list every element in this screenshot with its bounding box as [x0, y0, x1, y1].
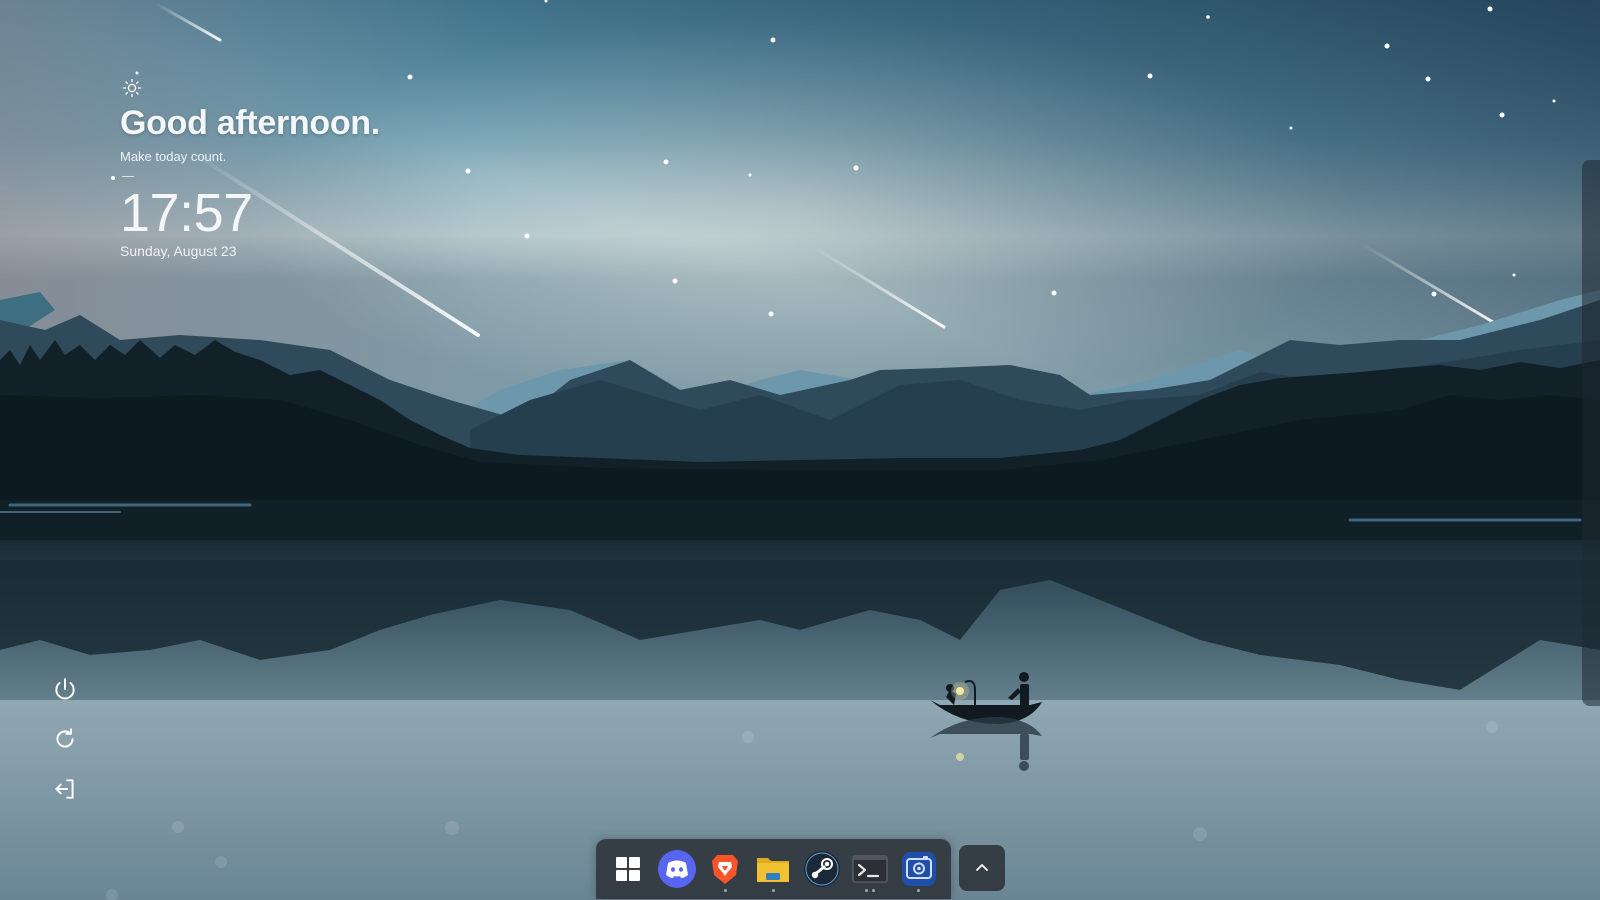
file-explorer-app[interactable]: [752, 846, 794, 892]
system-tray-toggle[interactable]: [959, 845, 1005, 891]
start-button[interactable]: [607, 846, 649, 892]
power-icon: [55, 678, 75, 700]
power-controls: [48, 674, 82, 804]
side-panel-handle[interactable]: [1582, 160, 1600, 706]
camera-settings-icon: [901, 852, 936, 886]
taskbar: [596, 839, 951, 899]
logout-icon: [55, 779, 74, 799]
clock-time: 17:57: [120, 183, 253, 243]
running-indicator: [723, 889, 727, 892]
steam-app[interactable]: [801, 846, 843, 892]
chevron-up-icon: [976, 864, 988, 871]
greeting-title: Good afternoon.: [120, 104, 380, 142]
clock-date: Sunday, August 23: [120, 243, 237, 259]
restart-button[interactable]: [48, 724, 82, 754]
screenshot-app[interactable]: [898, 846, 940, 892]
folder-icon: [757, 858, 790, 882]
discord-app[interactable]: [656, 846, 698, 892]
windows-start-icon: [616, 857, 641, 881]
running-indicator: [917, 889, 921, 892]
terminal-app[interactable]: [849, 846, 891, 892]
restart-icon: [56, 728, 74, 748]
sun-icon: [122, 78, 142, 98]
brave-browser-icon: [712, 855, 739, 884]
divider: [122, 176, 134, 177]
greeting-subtitle: Make today count.: [120, 149, 227, 164]
greeting-widget: Good afternoon. Make today count. 17:57 …: [120, 78, 380, 259]
terminal-icon: [852, 855, 888, 883]
discord-icon: [657, 850, 696, 888]
power-button[interactable]: [48, 674, 82, 704]
running-indicator: [865, 889, 876, 892]
steam-icon: [803, 851, 840, 887]
running-indicator: [771, 889, 775, 892]
brave-app[interactable]: [704, 846, 746, 892]
logout-button[interactable]: [48, 774, 82, 804]
